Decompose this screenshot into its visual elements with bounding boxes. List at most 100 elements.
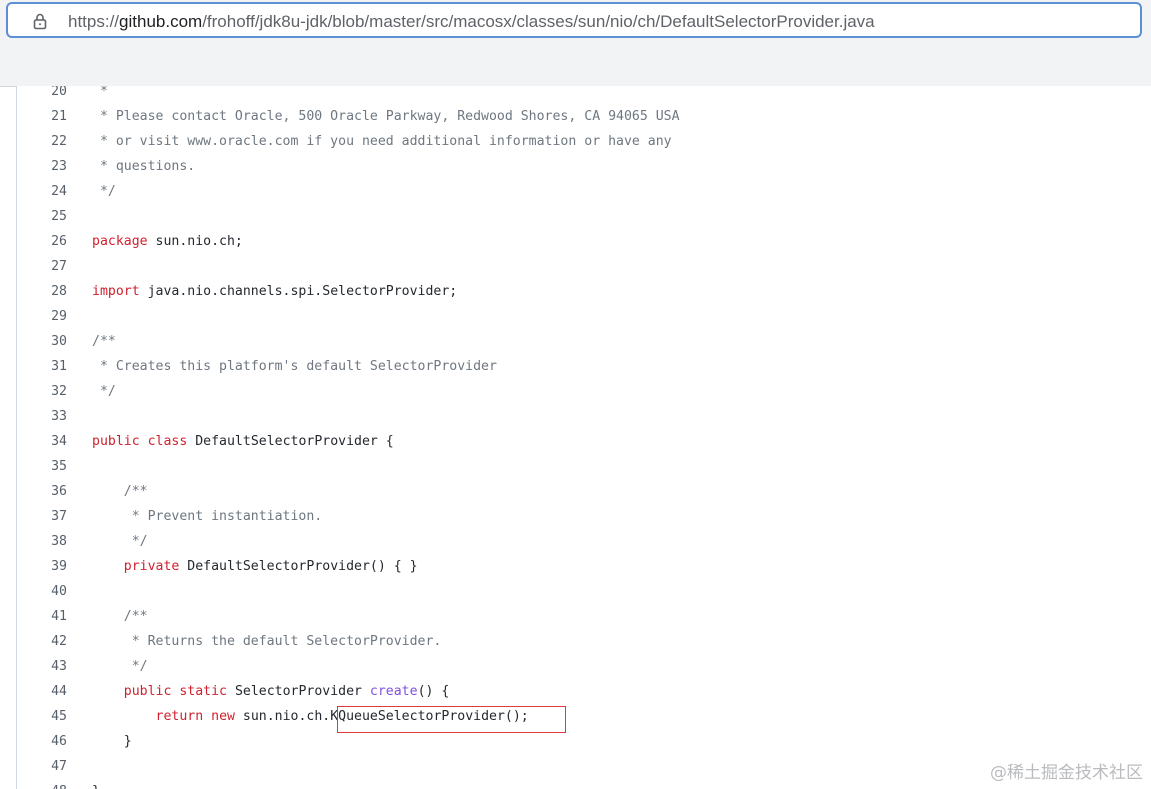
- line-number[interactable]: 29: [17, 304, 67, 329]
- line-number[interactable]: 48: [17, 779, 67, 789]
- code-token: */: [92, 534, 148, 549]
- code-token: }: [92, 734, 132, 749]
- code-token: * or visit www.oracle.com if you need ad…: [92, 134, 672, 149]
- code-token: () {: [417, 684, 450, 699]
- address-bar[interactable]: https://github.com/frohoff/jdk8u-jdk/blo…: [6, 2, 1142, 38]
- code-text: * or visit www.oracle.com if you need ad…: [92, 129, 672, 154]
- line-number[interactable]: 24: [17, 179, 67, 204]
- line-number[interactable]: 27: [17, 254, 67, 279]
- code-token: create: [369, 684, 418, 699]
- code-text: * Creates this platform's default Select…: [92, 354, 497, 379]
- code-line: 22 * or visit www.oracle.com if you need…: [17, 129, 1151, 154]
- highlight-box: [337, 706, 566, 733]
- code-line: 40: [17, 579, 1151, 604]
- code-text: public static SelectorProvider create() …: [92, 679, 450, 704]
- code-line: 23 * questions.: [17, 154, 1151, 179]
- code-text: */: [92, 654, 148, 679]
- lock-icon[interactable]: [31, 12, 49, 30]
- line-number[interactable]: 30: [17, 329, 67, 354]
- line-number[interactable]: 37: [17, 504, 67, 529]
- line-number[interactable]: 25: [17, 204, 67, 229]
- code-token: DefaultSelectorProvider {: [187, 434, 394, 449]
- code-line: 24 */: [17, 179, 1151, 204]
- code-token: */: [92, 184, 116, 199]
- code-line: 37 * Prevent instantiation.: [17, 504, 1151, 529]
- line-number[interactable]: 41: [17, 604, 67, 629]
- code-text: public class DefaultSelectorProvider {: [92, 429, 394, 454]
- code-token: *: [92, 86, 108, 99]
- code-line: 25: [17, 204, 1151, 229]
- code-line: 27: [17, 254, 1151, 279]
- code-line: 42 * Returns the default SelectorProvide…: [17, 629, 1151, 654]
- code-line: 45 return new sun.nio.ch.KQueueSelectorP…: [17, 704, 1151, 729]
- code-text: import java.nio.channels.spi.SelectorPro…: [92, 279, 457, 304]
- code-line: 33: [17, 404, 1151, 429]
- code-token: * questions.: [92, 159, 196, 174]
- code-token: /**: [92, 334, 116, 349]
- code-token: private: [123, 559, 180, 574]
- watermark: @稀土掘金技术社区: [990, 763, 1143, 783]
- code-line: 46 }: [17, 729, 1151, 754]
- browser-toolbar: https://github.com/frohoff/jdk8u-jdk/blo…: [0, 0, 1151, 87]
- code-token: */: [92, 384, 116, 399]
- code-token: package: [92, 234, 148, 249]
- code-token: * Creates this platform's default Select…: [92, 359, 497, 374]
- url-scheme: https://: [68, 12, 120, 31]
- code-text: */: [92, 179, 116, 204]
- line-number[interactable]: 33: [17, 404, 67, 429]
- code-line: 32 */: [17, 379, 1151, 404]
- code-token: * Please contact Oracle, 500 Oracle Park…: [92, 109, 680, 124]
- code-line: 36 /**: [17, 479, 1151, 504]
- line-number[interactable]: 22: [17, 129, 67, 154]
- line-number[interactable]: 38: [17, 529, 67, 554]
- code-token: class: [147, 434, 188, 449]
- line-number[interactable]: 43: [17, 654, 67, 679]
- line-number[interactable]: 28: [17, 279, 67, 304]
- line-number[interactable]: 26: [17, 229, 67, 254]
- code-line: 35: [17, 454, 1151, 479]
- line-number[interactable]: 31: [17, 354, 67, 379]
- line-number[interactable]: 34: [17, 429, 67, 454]
- code-line: 29: [17, 304, 1151, 329]
- code-text: }: [92, 779, 100, 789]
- code-token: public: [92, 434, 140, 449]
- line-number[interactable]: 35: [17, 454, 67, 479]
- url-text[interactable]: https://github.com/frohoff/jdk8u-jdk/blo…: [68, 12, 875, 32]
- code-text: * Returns the default SelectorProvider.: [92, 629, 442, 654]
- line-number[interactable]: 46: [17, 729, 67, 754]
- code-line: 43 */: [17, 654, 1151, 679]
- code-line: 44 public static SelectorProvider create…: [17, 679, 1151, 704]
- code-line: 47: [17, 754, 1151, 779]
- code-text: * Prevent instantiation.: [92, 504, 323, 529]
- code-text: */: [92, 379, 116, 404]
- line-number[interactable]: 47: [17, 754, 67, 779]
- code-text: * questions.: [92, 154, 195, 179]
- line-number[interactable]: 45: [17, 704, 67, 729]
- code-line: 26 package sun.nio.ch;: [17, 229, 1151, 254]
- url-host: github.com: [119, 12, 203, 31]
- line-number[interactable]: 21: [17, 104, 67, 129]
- code-text: package sun.nio.ch;: [92, 229, 243, 254]
- code-line: 21 * Please contact Oracle, 500 Oracle P…: [17, 104, 1151, 129]
- code-token: java.nio.channels.spi.SelectorProvider;: [139, 284, 458, 299]
- code-text: /**: [92, 329, 116, 354]
- line-number[interactable]: 39: [17, 554, 67, 579]
- code-text: private DefaultSelectorProvider() { }: [92, 554, 418, 579]
- line-number[interactable]: 23: [17, 154, 67, 179]
- code-token: }: [92, 784, 100, 789]
- code-viewer: 20 * 21 * Please contact Oracle, 500 Orac…: [16, 86, 1151, 789]
- line-number[interactable]: 40: [17, 579, 67, 604]
- line-number[interactable]: 44: [17, 679, 67, 704]
- code-line: 31 * Creates this platform's default Sel…: [17, 354, 1151, 379]
- code-line: 28 import java.nio.channels.spi.SelectorP…: [17, 279, 1151, 304]
- line-number[interactable]: 42: [17, 629, 67, 654]
- line-number[interactable]: 36: [17, 479, 67, 504]
- line-number[interactable]: 20: [17, 86, 67, 104]
- line-number[interactable]: 32: [17, 379, 67, 404]
- url-path: /frohoff/jdk8u-jdk/blob/master/src/macos…: [202, 12, 875, 31]
